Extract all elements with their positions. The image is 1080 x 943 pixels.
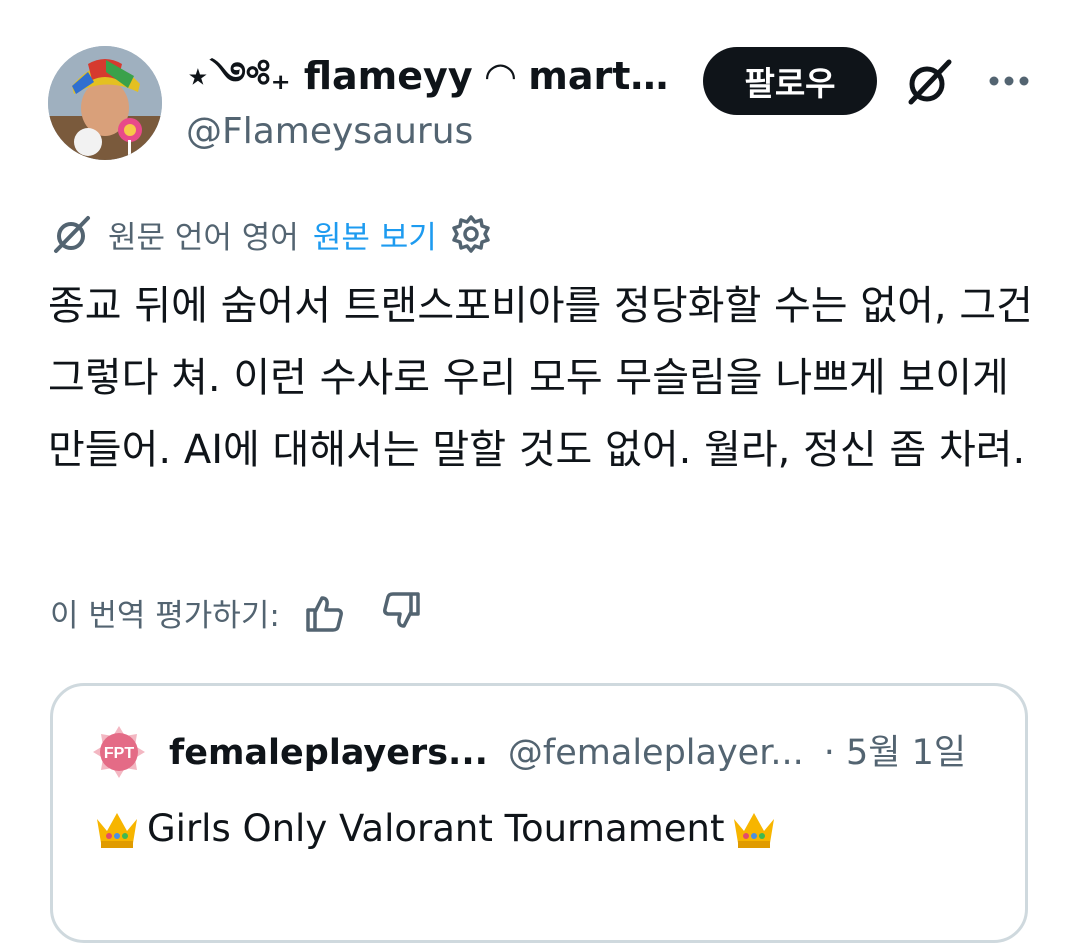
quoted-text-row: Girls Only Valorant Tournament	[87, 804, 784, 854]
quoted-date[interactable]: · 5월 1일	[824, 730, 966, 776]
gear-icon[interactable]	[451, 214, 491, 254]
author-display-name[interactable]: ⋆༺₊ flameyy ◠ martee...	[186, 52, 676, 100]
quoted-author-avatar[interactable]: FPT	[91, 724, 147, 780]
view-original-link[interactable]: 원본 보기	[313, 212, 437, 257]
rate-translation-label: 이 번역 평가하기:	[50, 597, 280, 634]
quoted-avatar-text: FPT	[104, 745, 134, 762]
quoted-text: Girls Only Valorant Tournament	[147, 807, 725, 850]
crown-emoji	[97, 813, 137, 848]
tweet-text: 종교 뒤에 숨어서 트랜스포비아를 정당화할 수는 없어, 그건 그렇다 쳐. …	[48, 283, 1033, 473]
grok-icon[interactable]	[903, 56, 955, 108]
original-language-label: 원문 언어 영어	[108, 219, 299, 256]
author-handle[interactable]: @Flameysaurus	[186, 108, 473, 156]
translation-info-row: 원문 언어 영어 원본 보기	[50, 212, 491, 256]
more-icon[interactable]	[984, 56, 1034, 106]
quoted-display-name[interactable]: femaleplayers...	[169, 730, 488, 776]
thumbs-down-icon[interactable]	[380, 590, 424, 634]
crown-emoji	[734, 813, 775, 848]
quoted-handle[interactable]: @femaleplayer...	[508, 730, 804, 776]
quoted-header: femaleplayers... @femaleplayer... · 5월 1…	[169, 730, 966, 776]
grok-icon	[54, 216, 90, 253]
author-avatar[interactable]	[48, 46, 162, 160]
rate-translation-row: 이 번역 평가하기:	[50, 586, 424, 638]
follow-button[interactable]: 팔로우	[703, 47, 877, 115]
thumbs-up-icon[interactable]	[302, 590, 346, 634]
quoted-tweet-card[interactable]: FPT femaleplayers... @femaleplayer... · …	[50, 683, 1028, 943]
